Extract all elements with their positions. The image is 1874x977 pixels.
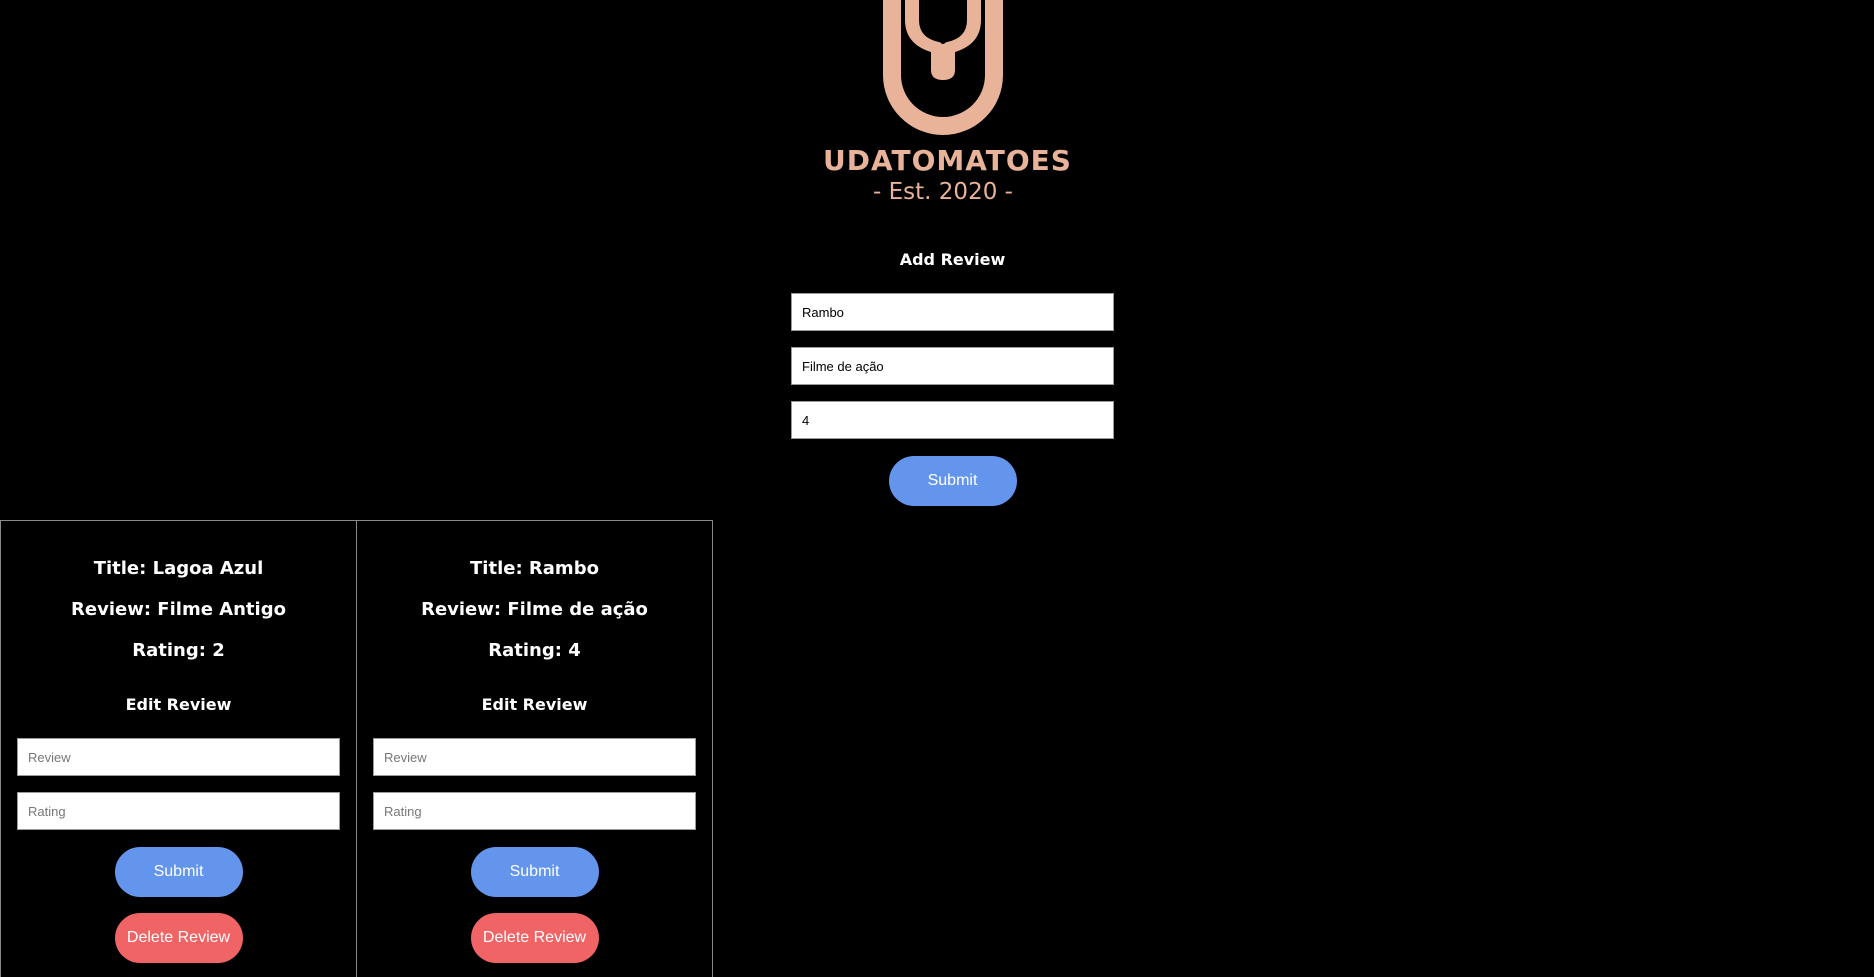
add-rating-input[interactable] xyxy=(791,401,1114,439)
brand-name: UDATOMATOES xyxy=(823,144,1072,177)
review-title: Title: Lagoa Azul xyxy=(93,558,264,579)
edit-review-form: Edit Review Submit Delete Review xyxy=(17,690,340,963)
review-text: Review: Filme Antigo xyxy=(71,599,286,620)
add-review-form: Add Review Submit xyxy=(791,245,1114,506)
add-review-input[interactable] xyxy=(791,347,1114,385)
edit-review-heading: Edit Review xyxy=(481,695,588,714)
edit-review-input[interactable] xyxy=(373,738,696,776)
review-rating: Rating: 4 xyxy=(488,640,581,661)
edit-submit-button[interactable]: Submit xyxy=(470,847,599,897)
review-rating: Rating: 2 xyxy=(132,640,225,661)
edit-review-input[interactable] xyxy=(17,738,340,776)
add-submit-button[interactable]: Submit xyxy=(888,456,1017,506)
brand-established: - Est. 2020 - xyxy=(873,179,1013,205)
review-text: Review: Filme de ação xyxy=(421,599,648,620)
review-title: Title: Rambo xyxy=(470,558,599,579)
edit-rating-input[interactable] xyxy=(373,792,696,830)
delete-review-button[interactable]: Delete Review xyxy=(470,913,599,963)
edit-submit-button[interactable]: Submit xyxy=(114,847,243,897)
delete-review-button[interactable]: Delete Review xyxy=(114,913,243,963)
page: UDATOMATOES - Est. 2020 - Add Review Sub… xyxy=(0,0,1874,977)
edit-review-heading: Edit Review xyxy=(125,695,232,714)
add-title-input[interactable] xyxy=(791,293,1114,331)
udatomatoes-logo-icon xyxy=(883,0,1003,135)
review-card: Title: Lagoa Azul Review: Filme Antigo R… xyxy=(0,520,357,977)
edit-review-form: Edit Review Submit Delete Review xyxy=(373,690,696,963)
logo: UDATOMATOES - Est. 2020 - xyxy=(823,0,1072,215)
add-review-heading: Add Review xyxy=(899,250,1006,269)
review-card: Title: Rambo Review: Filme de ação Ratin… xyxy=(356,520,713,977)
edit-rating-input[interactable] xyxy=(17,792,340,830)
